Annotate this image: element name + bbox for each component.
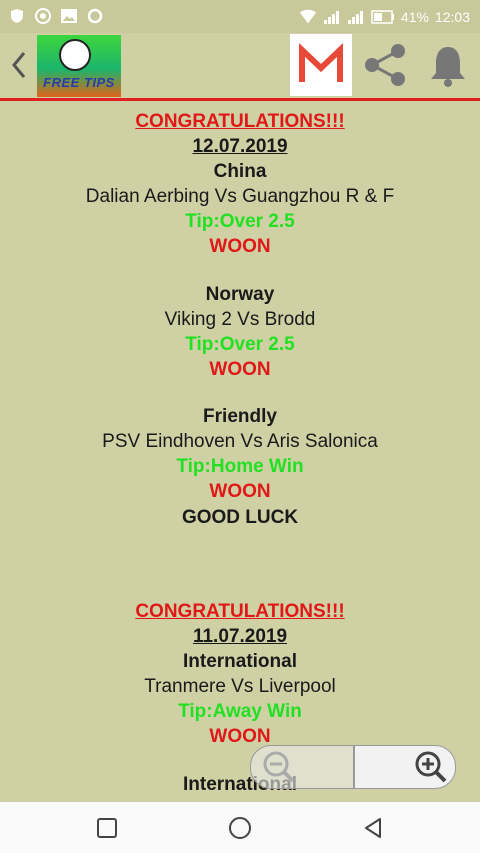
feed-line-result: WOON: [209, 481, 271, 502]
battery-percent: 41%: [400, 9, 429, 25]
triangle-back-icon: [365, 818, 381, 838]
zoom-out-icon: [263, 751, 295, 783]
feed-line-normal: Viking 2 Vs Brodd: [164, 309, 316, 330]
sync-icon: [86, 7, 104, 25]
clock: 12:03: [434, 9, 470, 25]
back-icon: [12, 52, 26, 78]
gmail-button[interactable]: [290, 34, 352, 96]
gallery-icon: [60, 7, 78, 25]
feed-line-bold: GOOD LUCK: [181, 507, 299, 528]
feed-line-result: WOON: [209, 359, 271, 380]
feed-line-congrats: CONGRATULATIONS!!!: [135, 111, 345, 132]
status-bar: 41% 12:03: [0, 0, 480, 33]
zoom-control: [250, 745, 456, 789]
feed-line-bold: China: [213, 161, 267, 182]
system-nav-bar: [0, 802, 480, 853]
square-icon: [97, 818, 117, 838]
feed-line-bold: International: [182, 651, 297, 672]
feed-line-bold: Friendly: [203, 406, 277, 427]
feed-line-tip: Tip:Away Win: [178, 701, 302, 722]
feed-line-normal: PSV Eindhoven Vs Aris Salonica: [102, 431, 378, 452]
feed-line-tip: Tip:Home Win: [176, 456, 304, 477]
app-logo: FREE TIPS: [37, 35, 121, 97]
logo-text: FREE TIPS: [43, 75, 115, 90]
feed-line-normal: Tranmere Vs Liverpool: [144, 676, 336, 697]
whatsapp-icon: [34, 7, 52, 25]
feed-line-tip: Tip:Over 2.5: [185, 211, 295, 232]
back-button[interactable]: [8, 49, 30, 81]
zoom-out-button[interactable]: [250, 745, 354, 789]
feed-line-normal: Dalian Aerbing Vs Guangzhou R & F: [85, 186, 395, 207]
back-nav-button[interactable]: [360, 815, 386, 841]
feed-line-congrats: CONGRATULATIONS!!!: [135, 601, 345, 622]
system-status: 41% 12:03: [299, 8, 470, 26]
feed-line-tip: Tip:Over 2.5: [185, 334, 295, 355]
zoom-in-icon: [415, 751, 447, 783]
notifications-button[interactable]: [425, 41, 471, 89]
battery-icon: [371, 8, 395, 26]
feed-line-result: WOON: [209, 236, 271, 257]
bell-icon: [431, 47, 465, 87]
tips-feed[interactable]: CONGRATULATIONS!!! 12.07.2019 China Dalian …: [0, 100, 480, 802]
vpn-shield-icon: [8, 7, 26, 25]
feed-line-bold: Norway: [205, 284, 275, 305]
feed-line-date: 11.07.2019: [192, 626, 288, 647]
signal-icon: [323, 8, 341, 26]
circle-icon: [229, 817, 251, 839]
app-toolbar: FREE TIPS: [0, 33, 480, 101]
share-icon: [365, 44, 405, 86]
signal-icon-2: [347, 8, 365, 26]
football-icon: [59, 39, 91, 71]
notification-icons: [8, 7, 104, 25]
share-button[interactable]: [360, 41, 410, 89]
gmail-icon: [299, 43, 343, 82]
wifi-icon: [299, 8, 317, 26]
feed-line-date: 12.07.2019: [192, 136, 288, 157]
zoom-in-button[interactable]: [354, 745, 456, 789]
home-button[interactable]: [227, 815, 253, 841]
recent-apps-button[interactable]: [94, 815, 120, 841]
